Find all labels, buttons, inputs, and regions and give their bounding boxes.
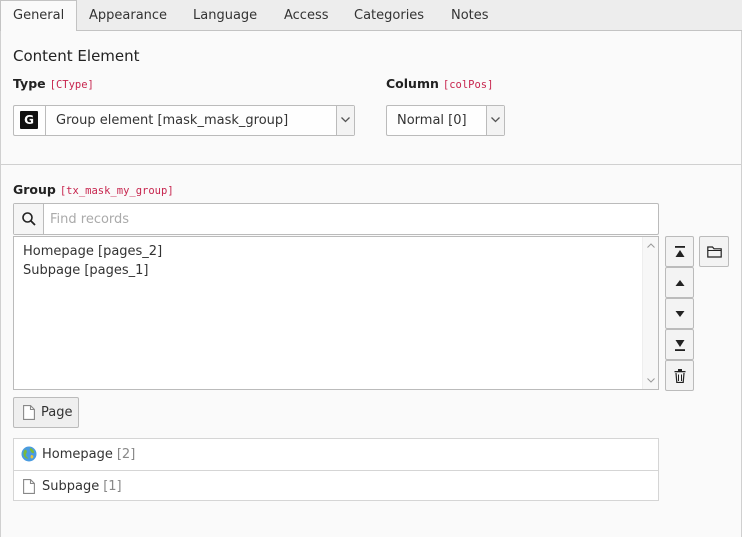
move-top-icon bbox=[675, 246, 685, 257]
column-label-text: Column bbox=[386, 76, 439, 91]
chevron-down-icon bbox=[341, 117, 350, 123]
table-row[interactable]: Homepage [2] bbox=[14, 439, 658, 470]
record-title: Subpage bbox=[42, 479, 100, 494]
select-separator bbox=[45, 106, 46, 135]
column-select-value: Normal [0] bbox=[397, 113, 467, 128]
move-bottom-icon bbox=[675, 340, 685, 351]
type-select[interactable]: G Group element [mask_mask_group] bbox=[13, 105, 355, 136]
search-input[interactable] bbox=[50, 210, 640, 228]
type-select-toggle[interactable] bbox=[336, 106, 354, 135]
tab-notes[interactable]: Notes bbox=[439, 0, 501, 31]
type-code: [CType] bbox=[49, 79, 94, 91]
record-search bbox=[13, 203, 659, 235]
browse-records-button[interactable] bbox=[699, 236, 729, 267]
folder-icon bbox=[707, 246, 722, 258]
delete-button[interactable] bbox=[665, 360, 694, 391]
scroll-up-icon[interactable] bbox=[647, 243, 655, 248]
arrow-down-icon bbox=[675, 311, 685, 317]
tab-access[interactable]: Access bbox=[272, 0, 341, 31]
group-label-text: Group bbox=[13, 182, 56, 197]
record-name: Subpage [1] bbox=[42, 471, 122, 502]
move-up-button[interactable] bbox=[665, 267, 694, 298]
group-label: Group [tx_mask_my_group] bbox=[13, 182, 174, 197]
move-to-top-button[interactable] bbox=[665, 236, 694, 267]
page-icon bbox=[23, 405, 35, 420]
listbox-scrollbar[interactable] bbox=[642, 237, 658, 389]
search-icon bbox=[22, 212, 36, 226]
scroll-down-icon[interactable] bbox=[647, 378, 655, 383]
type-label: Type [CType] bbox=[13, 76, 94, 91]
trash-icon bbox=[674, 369, 686, 383]
column-code: [colPos] bbox=[442, 79, 494, 91]
group-element-icon: G bbox=[20, 111, 38, 129]
group-code: [tx_mask_my_group] bbox=[59, 185, 174, 197]
type-select-value: Group element [mask_mask_group] bbox=[56, 113, 289, 128]
column-select-toggle[interactable] bbox=[486, 106, 504, 135]
add-page-button[interactable]: Page bbox=[13, 397, 79, 428]
record-uid: [2] bbox=[116, 447, 136, 462]
column-select[interactable]: Normal [0] bbox=[386, 105, 505, 136]
section-divider bbox=[0, 164, 742, 165]
globe-icon bbox=[21, 446, 37, 462]
selected-records-list[interactable]: Homepage [pages_2] Subpage [pages_1] bbox=[13, 236, 659, 390]
record-uid: [1] bbox=[103, 479, 122, 494]
record-list: Homepage [2] Subpage [1] bbox=[13, 438, 659, 501]
page-icon bbox=[23, 479, 35, 494]
chevron-down-icon bbox=[491, 117, 500, 123]
move-down-button[interactable] bbox=[665, 298, 694, 329]
tab-categories[interactable]: Categories bbox=[342, 0, 436, 31]
arrow-up-icon bbox=[675, 280, 685, 286]
list-item[interactable]: Homepage [pages_2] bbox=[23, 244, 162, 259]
tab-general[interactable]: General bbox=[0, 0, 78, 32]
tab-bar: General Appearance Language Access Categ… bbox=[0, 0, 742, 32]
record-name: Homepage [2] bbox=[42, 439, 135, 470]
move-to-bottom-button[interactable] bbox=[665, 329, 694, 360]
record-title: Homepage bbox=[42, 447, 113, 462]
tab-language[interactable]: Language bbox=[181, 0, 269, 31]
tab-appearance[interactable]: Appearance bbox=[77, 0, 179, 31]
list-item[interactable]: Subpage [pages_1] bbox=[23, 263, 149, 278]
section-title: Content Element bbox=[13, 47, 140, 65]
add-page-label: Page bbox=[41, 405, 73, 420]
search-icon-cell bbox=[14, 204, 44, 234]
type-label-text: Type bbox=[13, 76, 46, 91]
table-row[interactable]: Subpage [1] bbox=[14, 470, 658, 501]
column-label: Column [colPos] bbox=[386, 76, 493, 91]
